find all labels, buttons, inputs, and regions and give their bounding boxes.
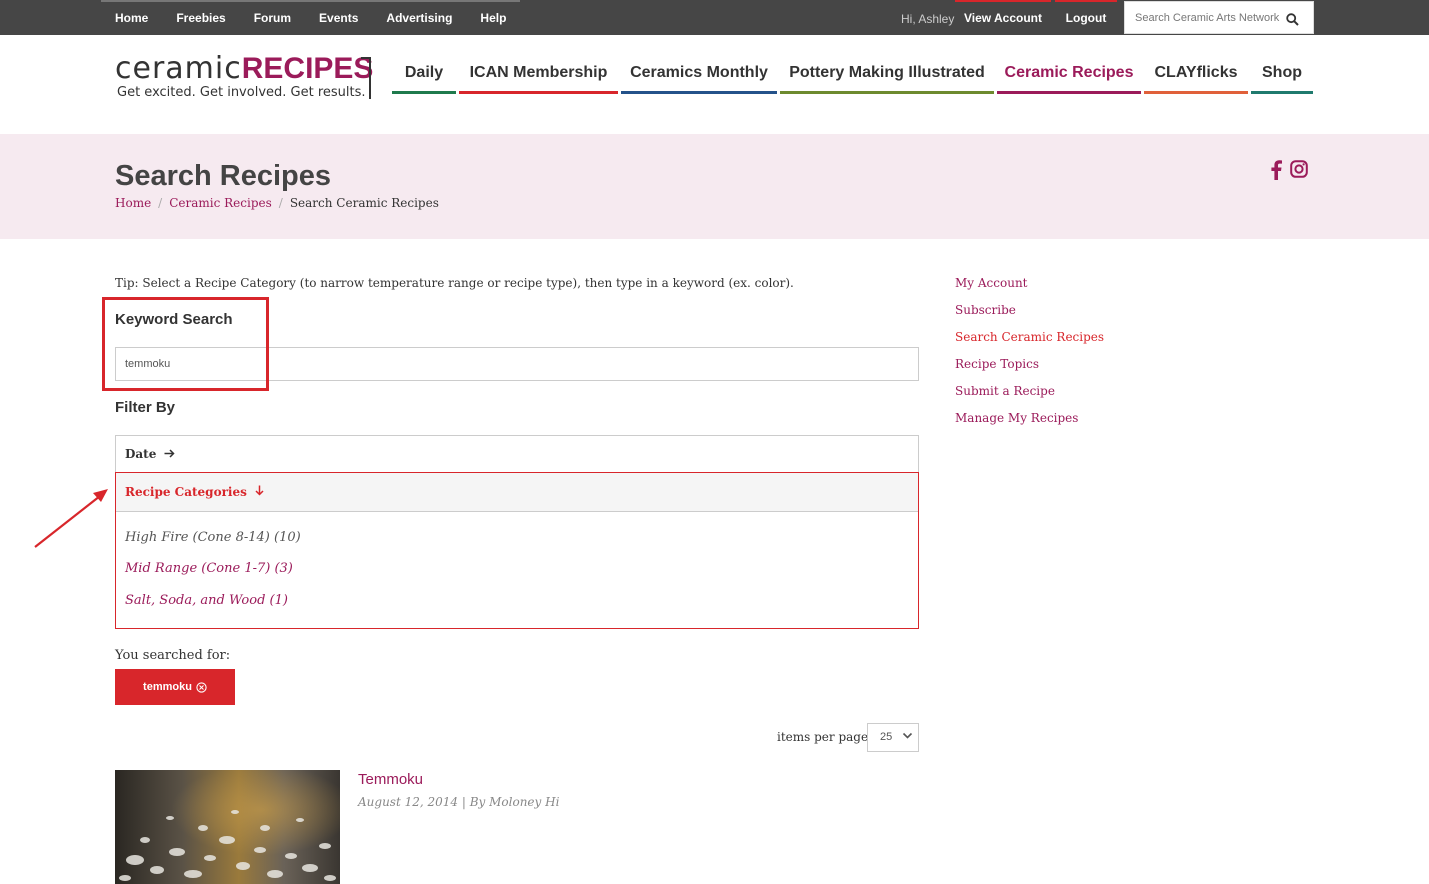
keyword-search-input[interactable] [115, 347, 919, 381]
category-mid-range[interactable]: Mid Range (Cone 1-7) (3) [125, 561, 293, 576]
top-nav-advertising[interactable]: Advertising [372, 0, 467, 35]
breadcrumb-current: Search Ceramic Recipes [289, 196, 439, 210]
search-icon[interactable] [1286, 11, 1299, 30]
recipe-thumbnail[interactable] [115, 770, 340, 884]
breadcrumb-ceramic-recipes[interactable]: Ceramic Recipes [169, 196, 272, 210]
facebook-icon[interactable] [1270, 160, 1282, 184]
ceramic-recipes-logo[interactable]: ceramicRECIPES Get excited. Get involved… [115, 51, 375, 105]
logo-word-ceramic: ceramic [115, 51, 242, 86]
main-nav-shop[interactable]: Shop [1251, 55, 1313, 94]
greeting: Hi, Ashley [901, 12, 955, 26]
logout-link[interactable]: Logout [1055, 0, 1117, 35]
recipe-categories-panel: Recipe Categories High Fire (Cone 8-14) … [115, 472, 919, 629]
sidebar-item-search-ceramic-recipes[interactable]: Search Ceramic Recipes [955, 330, 1104, 344]
top-nav: Home Freebies Forum Events Advertising H… [101, 0, 521, 35]
top-bar: Home Freebies Forum Events Advertising H… [0, 0, 1429, 35]
arrow-down-icon [255, 485, 264, 496]
date-filter-label: Date [125, 447, 157, 461]
instagram-icon[interactable] [1290, 160, 1308, 184]
view-account-link[interactable]: View Account [955, 0, 1051, 35]
sidebar-item-submit-a-recipe[interactable]: Submit a Recipe [955, 384, 1055, 398]
recipe-meta: August 12, 2014 | By Moloney Hi [358, 795, 560, 809]
sidebar-item-manage-my-recipes[interactable]: Manage My Recipes [955, 411, 1078, 425]
main-nav-clayflicks[interactable]: CLAYflicks [1144, 55, 1248, 94]
breadcrumb-home[interactable]: Home [115, 196, 151, 210]
breadcrumb: Home / Ceramic Recipes / Search Ceramic Reci… [115, 196, 439, 210]
arrow-right-icon [164, 449, 175, 458]
top-nav-freebies[interactable]: Freebies [162, 0, 241, 35]
items-per-page-select[interactable]: 25 [867, 723, 919, 752]
remove-search-term-button[interactable]: temmoku [115, 669, 235, 705]
top-nav-events[interactable]: Events [305, 0, 373, 35]
search-term-text: temmoku [143, 681, 192, 693]
main-nav-pottery-making-illustrated[interactable]: Pottery Making Illustrated [780, 55, 994, 94]
items-per-page-value: 25 [880, 731, 893, 743]
top-nav-help[interactable]: Help [466, 0, 521, 35]
site-search-input[interactable] [1135, 8, 1280, 28]
recipe-categories-toggle[interactable]: Recipe Categories [116, 473, 918, 512]
main-nav-ceramic-recipes[interactable]: Ceramic Recipes [997, 55, 1141, 94]
top-nav-home[interactable]: Home [101, 0, 163, 35]
items-per-page-label: items per page [777, 730, 869, 744]
search-tip: Tip: Select a Recipe Category (to narrow… [115, 276, 794, 290]
main-nav-ican-membership[interactable]: ICAN Membership [459, 55, 618, 94]
sidebar-item-my-account[interactable]: My Account [955, 276, 1028, 290]
date-filter-toggle[interactable]: Date [115, 435, 919, 473]
breadcrumb-separator: / [158, 196, 163, 210]
page-title: Search Recipes [115, 160, 332, 192]
category-salt-soda-wood[interactable]: Salt, Soda, and Wood (1) [125, 593, 288, 608]
category-high-fire[interactable]: High Fire (Cone 8-14) (10) [125, 530, 301, 545]
logo-word-recipes: RECIPES [241, 52, 374, 85]
sidebar-item-subscribe[interactable]: Subscribe [955, 303, 1016, 317]
close-circle-icon [196, 681, 207, 693]
annotation-arrow [30, 482, 112, 556]
chevron-down-icon [902, 732, 913, 739]
filter-by-label: Filter By [115, 399, 176, 416]
recipe-title-link[interactable]: Temmoku [358, 771, 423, 788]
main-nav-ceramics-monthly[interactable]: Ceramics Monthly [621, 55, 777, 94]
breadcrumb-separator: / [278, 196, 283, 210]
sidebar-item-recipe-topics[interactable]: Recipe Topics [955, 357, 1039, 371]
keyword-search-label: Keyword Search [115, 311, 233, 328]
logo-tagline: Get excited. Get involved. Get results. [117, 85, 366, 100]
social-links [1270, 160, 1308, 184]
site-search [1124, 1, 1314, 34]
main-nav-daily[interactable]: Daily [392, 55, 456, 94]
top-nav-forum[interactable]: Forum [239, 0, 306, 35]
searched-for-label: You searched for: [115, 648, 231, 663]
recipe-categories-label: Recipe Categories [125, 485, 247, 499]
